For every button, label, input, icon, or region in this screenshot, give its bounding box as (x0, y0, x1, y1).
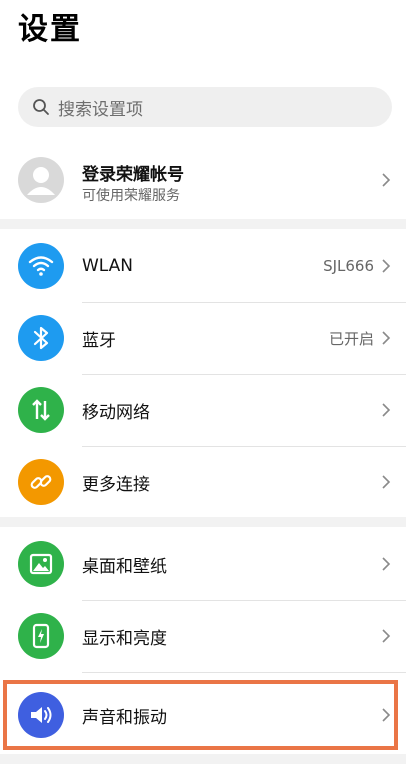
chevron-right-icon (382, 629, 391, 643)
avatar-icon (18, 157, 64, 203)
search-icon (32, 98, 50, 116)
search-placeholder: 搜索设置项 (58, 99, 143, 120)
divider (82, 672, 406, 673)
section-separator (0, 219, 406, 229)
display-icon (18, 613, 64, 659)
bottom-band (0, 754, 406, 764)
settings-item-wallpaper[interactable]: 桌面和壁纸 (0, 528, 406, 600)
chevron-right-icon (382, 259, 391, 273)
settings-item-label: 移动网络 (82, 402, 150, 423)
bluetooth-icon (18, 315, 64, 361)
settings-item-label: WLAN (82, 256, 134, 276)
chevron-right-icon (382, 403, 391, 417)
bluetooth-status: 已开启 (328, 329, 374, 348)
account-subtitle: 可使用荣耀服务 (82, 188, 180, 204)
mobile-data-icon (18, 387, 64, 433)
wallpaper-icon (18, 541, 64, 587)
settings-item-label: 显示和亮度 (82, 628, 167, 649)
page-title: 设置 (18, 12, 82, 47)
settings-item-label: 更多连接 (82, 474, 150, 495)
settings-item-bluetooth[interactable]: 蓝牙 已开启 (0, 302, 406, 374)
settings-item-label: 桌面和壁纸 (82, 556, 167, 577)
section-separator (0, 517, 406, 527)
account-row[interactable]: 登录荣耀帐号 可使用荣耀服务 (0, 144, 406, 216)
settings-item-wlan[interactable]: WLAN SJL666 (0, 230, 406, 302)
settings-item-label: 蓝牙 (82, 330, 116, 351)
settings-item-display[interactable]: 显示和亮度 (0, 600, 406, 672)
highlight-box (3, 680, 398, 750)
chevron-right-icon (382, 331, 391, 345)
wifi-icon (18, 243, 64, 289)
chevron-right-icon (382, 173, 391, 187)
wlan-network-name: SJL666 (323, 257, 374, 275)
chevron-right-icon (382, 475, 391, 489)
chevron-right-icon (382, 557, 391, 571)
account-name: 登录荣耀帐号 (82, 165, 184, 185)
link-icon (18, 459, 64, 505)
settings-item-more-connections[interactable]: 更多连接 (0, 446, 406, 518)
search-bar[interactable]: 搜索设置项 (18, 87, 392, 127)
settings-item-mobile-network[interactable]: 移动网络 (0, 374, 406, 446)
